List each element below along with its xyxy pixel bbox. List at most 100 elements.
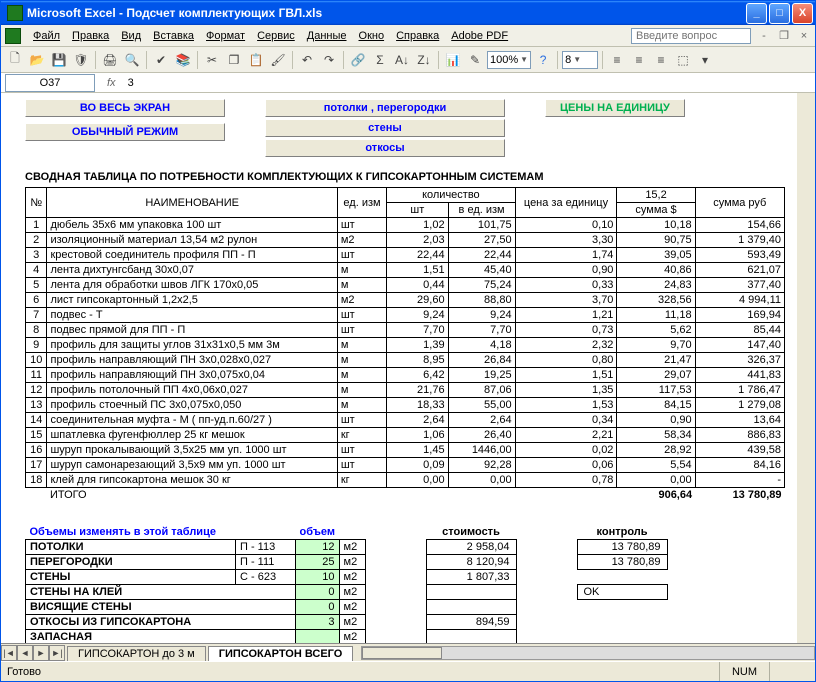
table-row[interactable]: 4лента дихтунгсбанд 30x0,07м1,5145,400,9…: [26, 263, 785, 278]
menu-help[interactable]: Справка: [390, 28, 445, 44]
undo-icon[interactable]: ↶: [297, 50, 317, 70]
col-num: №: [26, 188, 47, 218]
new-icon[interactable]: 🗋: [5, 50, 25, 70]
align-center-icon[interactable]: ≡: [629, 50, 649, 70]
tab-last-icon[interactable]: ►|: [49, 645, 65, 661]
tab-sheet2[interactable]: ГИПСОКАРТОН ВСЕГО: [208, 646, 354, 661]
normalmode-button[interactable]: ОБЫЧНЫЙ РЕЖИМ: [25, 123, 225, 141]
autosum-icon[interactable]: Σ: [370, 50, 390, 70]
cost-row: 1 807,33: [426, 569, 516, 584]
cut-icon[interactable]: ✂: [202, 50, 222, 70]
copy-icon[interactable]: ❐: [224, 50, 244, 70]
h-scroll-thumb[interactable]: [362, 647, 442, 659]
table-row[interactable]: 17шуруп самонарезающий 3,5x9 мм уп. 1000…: [26, 458, 785, 473]
menu-window[interactable]: Окно: [353, 28, 391, 44]
horizontal-scrollbar[interactable]: [361, 646, 815, 660]
menu-format[interactable]: Формат: [200, 28, 251, 44]
prices-button[interactable]: ЦЕНЫ НА ЕДИНИЦУ: [545, 99, 685, 117]
ceilings-button[interactable]: потолки , перегородки: [265, 99, 505, 117]
menu-view[interactable]: Вид: [115, 28, 147, 44]
maximize-button[interactable]: □: [769, 3, 790, 24]
font-size-select[interactable]: 8▼: [562, 51, 598, 69]
permission-icon[interactable]: 🛡: [71, 50, 91, 70]
chart-icon[interactable]: 📊: [443, 50, 463, 70]
scroll-up-icon[interactable]: ▲: [798, 93, 815, 110]
research-icon[interactable]: 📚: [173, 50, 193, 70]
table-row[interactable]: 6лист гипсокартонный 1,2x2,5м229,6088,80…: [26, 293, 785, 308]
tab-next-icon[interactable]: ►: [33, 645, 49, 661]
table-row[interactable]: 8подвес прямой для ПП - Пшт7,707,700,735…: [26, 323, 785, 338]
otkosy-button[interactable]: откосы: [265, 139, 505, 157]
hyperlink-icon[interactable]: 🔗: [348, 50, 368, 70]
align-left-icon[interactable]: ≡: [607, 50, 627, 70]
print-icon[interactable]: 🖨: [100, 50, 120, 70]
preview-icon[interactable]: 🔍: [122, 50, 142, 70]
volume-row[interactable]: ПОТОЛКИП - 11312м2: [26, 539, 366, 554]
volume-row[interactable]: ОТКОСЫ ИЗ ГИПСОКАРТОНА3м2: [26, 614, 366, 629]
tab-first-icon[interactable]: |◄: [1, 645, 17, 661]
sort-desc-icon[interactable]: Z↓: [414, 50, 434, 70]
table-row[interactable]: 1дюбель 35x6 мм упаковка 100 штшт1,02101…: [26, 218, 785, 233]
sort-asc-icon[interactable]: A↓: [392, 50, 412, 70]
formula-bar: O37 fx 3: [1, 73, 815, 93]
ask-question-input[interactable]: [631, 28, 751, 44]
zoom-select[interactable]: 100%▼: [487, 51, 531, 69]
volume-row[interactable]: ПЕРЕГОРОДКИП - 11125м2: [26, 554, 366, 569]
help-icon[interactable]: ?: [533, 50, 553, 70]
menu-file[interactable]: Файл: [27, 28, 66, 44]
excel-menu-icon[interactable]: [5, 28, 21, 44]
spell-icon[interactable]: ✔: [151, 50, 171, 70]
minimize-button[interactable]: _: [746, 3, 767, 24]
table-row[interactable]: 12профиль потолочный ПП 4x0,06x0,027м21,…: [26, 383, 785, 398]
redo-icon[interactable]: ↷: [319, 50, 339, 70]
menu-data[interactable]: Данные: [301, 28, 353, 44]
table-row[interactable]: 16шуруп прокалывающий 3,5x25 мм уп. 1000…: [26, 443, 785, 458]
doc-restore-button[interactable]: ❐: [777, 29, 791, 43]
tab-prev-icon[interactable]: ◄: [17, 645, 33, 661]
format-painter-icon[interactable]: 🖌: [268, 50, 288, 70]
fullscreen-button[interactable]: ВО ВЕСЬ ЭКРАН: [25, 99, 225, 117]
menu-insert[interactable]: Вставка: [147, 28, 200, 44]
paste-icon[interactable]: 📋: [246, 50, 266, 70]
window-title: Microsoft Excel - Подсчет комплектующих …: [27, 6, 746, 20]
more-icon[interactable]: ▾: [695, 50, 715, 70]
menu-edit[interactable]: Правка: [66, 28, 115, 44]
table-row[interactable]: 3крестовой соединитель профиля ПП - Пшт2…: [26, 248, 785, 263]
table-row[interactable]: 7подвес - Тшт9,249,241,2111,18169,94: [26, 308, 785, 323]
table-row[interactable]: 15шпатлевка фугенфюллер 25 кг мешоккг1,0…: [26, 428, 785, 443]
table-row[interactable]: 14соединительная муфта - М ( пп-уд.п.60/…: [26, 413, 785, 428]
volume-row[interactable]: ВИСЯЩИЕ СТЕНЫ0м2: [26, 599, 366, 614]
open-icon[interactable]: 📂: [27, 50, 47, 70]
table-row[interactable]: 9профиль для защиты углов 31x31x0,5 мм 3…: [26, 338, 785, 353]
cost-row: [426, 584, 516, 599]
menu-tools[interactable]: Сервис: [251, 28, 301, 44]
col-rate: 15,2: [617, 188, 695, 203]
doc-minimize-button[interactable]: -: [757, 29, 771, 43]
close-button[interactable]: X: [792, 3, 813, 24]
control-row: OK: [577, 584, 667, 599]
drawing-icon[interactable]: ✎: [465, 50, 485, 70]
merge-icon[interactable]: ⬚: [673, 50, 693, 70]
table-row[interactable]: 10профиль направляющий ПН 3x0,028x0,027м…: [26, 353, 785, 368]
summary-table: № НАИМЕНОВАНИЕ ед. изм количество цена з…: [25, 187, 785, 503]
volume-row[interactable]: СТЕНЫС - 62310м2: [26, 569, 366, 584]
table-row[interactable]: 18клей для гипсокартона мешок 30 кгкг0,0…: [26, 473, 785, 488]
walls-button[interactable]: стены: [265, 119, 505, 137]
table-row[interactable]: 11профиль направляющий ПН 3x0,075x0,04м6…: [26, 368, 785, 383]
table-row[interactable]: 5лента для обработки швов ЛГК 170x0,05м0…: [26, 278, 785, 293]
volume-row[interactable]: ЗАПАСНАЯм2: [26, 629, 366, 643]
table-row[interactable]: 2изоляционный материал 13,54 м2 рулонм22…: [26, 233, 785, 248]
scroll-down-icon[interactable]: ▼: [798, 626, 815, 643]
menu-adobe[interactable]: Adobe PDF: [445, 28, 514, 44]
volume-row[interactable]: СТЕНЫ НА КЛЕЙ0м2: [26, 584, 366, 599]
vertical-scrollbar[interactable]: ▲ ▼: [797, 93, 815, 643]
tab-sheet1[interactable]: ГИПСОКАРТОН до 3 м: [67, 646, 206, 661]
scroll-thumb[interactable]: [798, 110, 815, 230]
name-box[interactable]: O37: [5, 74, 95, 92]
worksheet-area[interactable]: ▲ ▼ ВО ВЕСЬ ЭКРАН ОБЫЧНЫЙ РЕЖИМ потолки …: [1, 93, 815, 643]
doc-close-button[interactable]: ×: [797, 29, 811, 43]
formula-input[interactable]: 3: [124, 77, 815, 89]
align-right-icon[interactable]: ≡: [651, 50, 671, 70]
table-row[interactable]: 13профиль стоечный ПС 3x0,075x0,050м18,3…: [26, 398, 785, 413]
save-icon[interactable]: 💾: [49, 50, 69, 70]
